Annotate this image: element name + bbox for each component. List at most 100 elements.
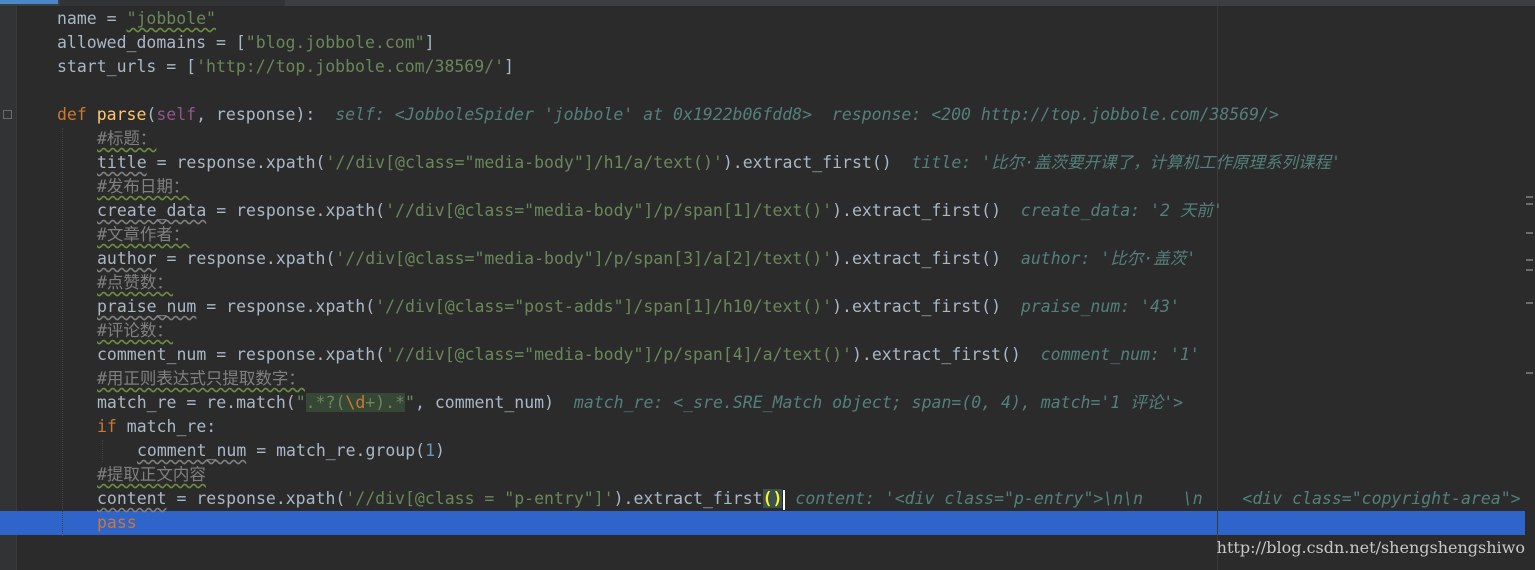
code: = response.xpath(: [146, 153, 326, 172]
code-line[interactable]: content = response.xpath('//div[@class =…: [97, 487, 1521, 511]
code-line[interactable]: def parse(self, response): self: <Jobbol…: [57, 103, 1279, 127]
matched-parens: (): [762, 489, 783, 508]
active-tab-indicator[interactable]: [0, 0, 58, 4]
code: = re.match(: [176, 393, 296, 412]
indent-guide: [102, 440, 104, 462]
comment: #评论数：: [97, 321, 173, 340]
code: = response.xpath(: [206, 201, 386, 220]
regex-part: +).*: [365, 393, 406, 412]
code: ).extract_first: [613, 489, 763, 508]
comment: #点赞数：: [97, 273, 173, 292]
code-line[interactable]: #文章作者：: [97, 223, 189, 247]
debug-inline-value: title: '比尔·盖茨要开课了，计算机工作原理系列课程': [911, 153, 1341, 172]
identifier: create_data: [97, 201, 207, 220]
code-line[interactable]: allowed_domains = ["blog.jobbole.com"]: [57, 31, 435, 55]
string-quote: ": [405, 393, 415, 412]
regex-part: .*?(: [305, 393, 346, 412]
identifier: match_re: [97, 393, 177, 412]
code-line[interactable]: create_data = response.xpath('//div[@cla…: [97, 199, 1223, 223]
comment: #发布日期：: [97, 177, 190, 196]
scroll-marker[interactable]: [1526, 259, 1533, 261]
code-line[interactable]: praise_num = response.xpath('//div[@clas…: [97, 295, 1180, 319]
code-line[interactable]: if match_re:: [97, 415, 216, 439]
identifier: comment_num: [97, 345, 207, 364]
code-line[interactable]: author = response.xpath('//div[@class="m…: [97, 247, 1196, 271]
regex-escape: \d: [345, 393, 366, 412]
debug-inline-value: match_re: <_sre.SRE_Match object; span=(…: [573, 393, 1184, 412]
debug-inline-value: self: <JobboleSpider 'jobbole' at 0x1922…: [335, 105, 1279, 124]
indent-guide: [62, 128, 64, 536]
identifier: title: [97, 153, 147, 172]
identifier: comment_num: [137, 441, 247, 460]
code-line[interactable]: #提取正文内容: [97, 463, 206, 487]
watermark-text: http://blog.csdn.net/shengshengshiwo: [1216, 538, 1525, 557]
string-quote: ": [295, 393, 306, 412]
code: ).extract_first(): [722, 153, 892, 172]
code-line[interactable]: #点赞数：: [97, 271, 173, 295]
number-literal: 1: [425, 441, 436, 460]
code-line[interactable]: #评论数：: [97, 319, 173, 343]
code-line[interactable]: #发布日期：: [97, 175, 189, 199]
code: ).extract_first(): [832, 297, 1002, 316]
identifier: author: [97, 249, 157, 268]
identifier: praise_num: [97, 297, 197, 316]
string-literal: '//div[@class="media-body"]/p/span[4]/a/…: [385, 345, 852, 364]
comment: #提取正文内容: [97, 465, 206, 484]
keyword: pass: [97, 513, 137, 532]
code-line[interactable]: #标题：: [97, 127, 156, 151]
code-line[interactable]: comment_num = response.xpath('//div[@cla…: [97, 343, 1200, 367]
string-literal: '//div[@class="media-body"]/h1/a/text()': [325, 153, 723, 172]
string-literal: 'http://top.jobbole.com/38569/': [196, 57, 505, 76]
code: = response.xpath(: [156, 249, 336, 268]
identifier: allowed_domains: [57, 33, 207, 52]
editor-gutter[interactable]: [0, 6, 16, 570]
paren: (: [146, 105, 157, 124]
string-literal: '//div[@class="media-body"]/p/span[3]/a[…: [335, 249, 833, 268]
code-line[interactable]: match_re = re.match(".*?(\d+).*", commen…: [97, 391, 1183, 415]
editor-tab-strip: [0, 0, 1535, 6]
identifier: start_urls: [57, 57, 157, 76]
code: = response.xpath(: [206, 345, 386, 364]
right-margin-guide: [1217, 6, 1218, 570]
code: = response.xpath(: [166, 489, 346, 508]
code-line[interactable]: pass: [97, 511, 137, 535]
code-line[interactable]: start_urls = ['http://top.jobbole.com/38…: [57, 55, 514, 79]
code-line[interactable]: name = "jobbole": [57, 7, 216, 31]
function-name: parse: [96, 105, 147, 124]
scroll-marker[interactable]: [1526, 302, 1533, 304]
editor-tab[interactable]: [60, 0, 285, 6]
debug-inline-value: content: '<div class="p-entry">\n\n \n <…: [795, 489, 1521, 508]
scroll-marker[interactable]: [1526, 196, 1533, 198]
regex-literal: .*?(\d+).*: [305, 393, 406, 412]
code: = response.xpath(: [196, 297, 376, 316]
scroll-marker[interactable]: [1526, 269, 1533, 271]
identifier: content: [97, 489, 167, 508]
debug-inline-value: author: '比尔·盖茨': [1020, 249, 1197, 268]
operator: = [: [156, 57, 197, 76]
debug-inline-value: praise_num: '43': [1020, 297, 1180, 316]
code-line[interactable]: title = response.xpath('//div[@class="me…: [97, 151, 1341, 175]
code-editor[interactable]: name = "jobbole" allowed_domains = ["blo…: [0, 0, 1535, 570]
scroll-marker[interactable]: [1526, 372, 1533, 374]
fold-toggle-icon[interactable]: [3, 110, 12, 119]
keyword: def: [57, 105, 97, 124]
comment: #文章作者：: [97, 225, 190, 244]
scroll-marker[interactable]: [1526, 232, 1533, 234]
string-literal: '//div[@class="media-body"]/p/span[1]/te…: [385, 201, 833, 220]
code: ).extract_first(): [851, 345, 1021, 364]
comment: #用正则表达式只提取数字：: [97, 369, 305, 388]
scroll-marker[interactable]: [1526, 203, 1533, 205]
debug-inline-value: create_data: '2 天前': [1020, 201, 1223, 220]
code: ).extract_first(): [832, 201, 1002, 220]
execution-line-highlight: [0, 511, 1535, 535]
code: match_re:: [116, 417, 217, 436]
code-line[interactable]: #用正则表达式只提取数字：: [97, 367, 305, 391]
operator: =: [96, 9, 127, 28]
code-line[interactable]: comment_num = match_re.group(1): [137, 439, 445, 463]
comment: #标题：: [97, 129, 157, 148]
bracket: ]: [424, 33, 435, 52]
bracket: ]: [504, 57, 514, 76]
debug-inline-value: comment_num: '1': [1040, 345, 1200, 364]
code: , comment_num): [414, 393, 555, 412]
editor-scrollbar[interactable]: [1525, 6, 1535, 570]
